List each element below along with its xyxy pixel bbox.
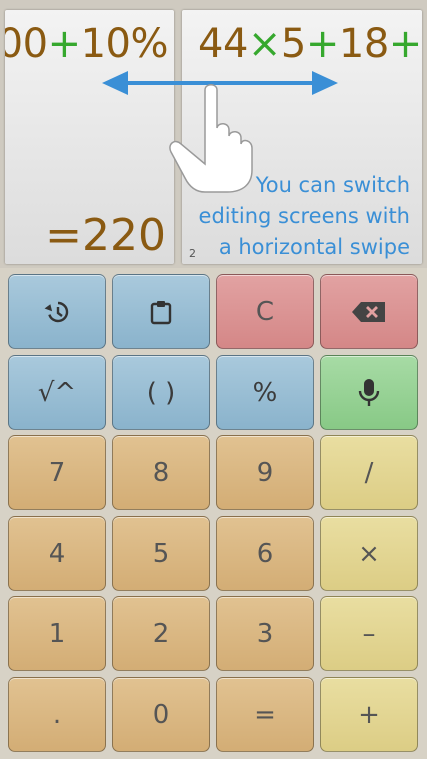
expression-segment: × [247,21,282,67]
key-label: 9 [256,457,274,488]
key-label: 3 [256,618,274,649]
key-label: 8 [152,457,170,488]
expression-segment: 44 [198,21,248,67]
digit-9-button[interactable]: 9 [216,435,314,510]
digit-5-button[interactable]: 5 [112,516,210,591]
parentheses-button[interactable]: ( ) [112,355,210,430]
expression-text: 200+10% [5,20,169,68]
expression-segment: + [388,21,422,67]
digit-1-button[interactable]: 1 [8,596,106,671]
key-label: √^ [37,377,77,408]
expression-text: 44×5+18+29 [198,20,422,68]
digit-2-button[interactable]: 2 [112,596,210,671]
multiply-button[interactable]: × [320,516,418,591]
key-label: C [255,296,275,327]
expression-segment: + [305,21,340,67]
key-label: × [358,538,380,569]
key-label: % [252,377,278,408]
backspace-button[interactable] [320,274,418,349]
backspace-icon [351,301,387,323]
key-label: 7 [48,457,66,488]
divide-button[interactable]: / [320,435,418,510]
expression-segment: 5 [280,21,306,67]
percent-button[interactable]: % [216,355,314,430]
microphone-icon [358,378,380,408]
key-label: . [52,699,62,730]
expression-segment: 18 [338,21,389,67]
history-icon [44,299,70,325]
digit-0-button[interactable]: 0 [112,677,210,752]
expression-segment: 200 [5,21,48,67]
key-label: 0 [152,699,170,730]
digit-4-button[interactable]: 4 [8,516,106,591]
hand-pointer-icon [169,84,253,193]
key-label: 6 [256,538,274,569]
minus-button[interactable]: – [320,596,418,671]
key-label: ( ) [146,377,176,408]
key-label: / [364,457,374,488]
clipboard-icon [149,299,173,325]
clear-button[interactable]: C [216,274,314,349]
editing-screen-1[interactable]: 200+10% =220 [5,10,174,264]
key-label: + [358,699,380,730]
equals-button[interactable]: = [216,677,314,752]
result-text: =220 [45,210,166,261]
expression-segment: 10% [80,21,169,67]
voice-button[interactable] [320,355,418,430]
history-button[interactable] [8,274,106,349]
digit-7-button[interactable]: 7 [8,435,106,510]
key-label: 4 [48,538,66,569]
plus-button[interactable]: + [320,677,418,752]
keypad: C √^ ( )% 7 8 9 / 4 5 6 × 1 2 3 –. 0 = + [0,268,427,759]
key-label: – [362,618,376,649]
digit-3-button[interactable]: 3 [216,596,314,671]
digit-8-button[interactable]: 8 [112,435,210,510]
expression-segment: + [47,21,82,67]
key-label: 5 [152,538,170,569]
decimal-button[interactable]: . [8,677,106,752]
display-area: 200+10% =220 44×5+18+29 2 You can switch… [0,0,427,268]
digit-6-button[interactable]: 6 [216,516,314,591]
key-label: = [254,699,276,730]
root-power-button[interactable]: √^ [8,355,106,430]
clipboard-button[interactable] [112,274,210,349]
key-label: 1 [48,618,66,649]
key-label: 2 [152,618,170,649]
